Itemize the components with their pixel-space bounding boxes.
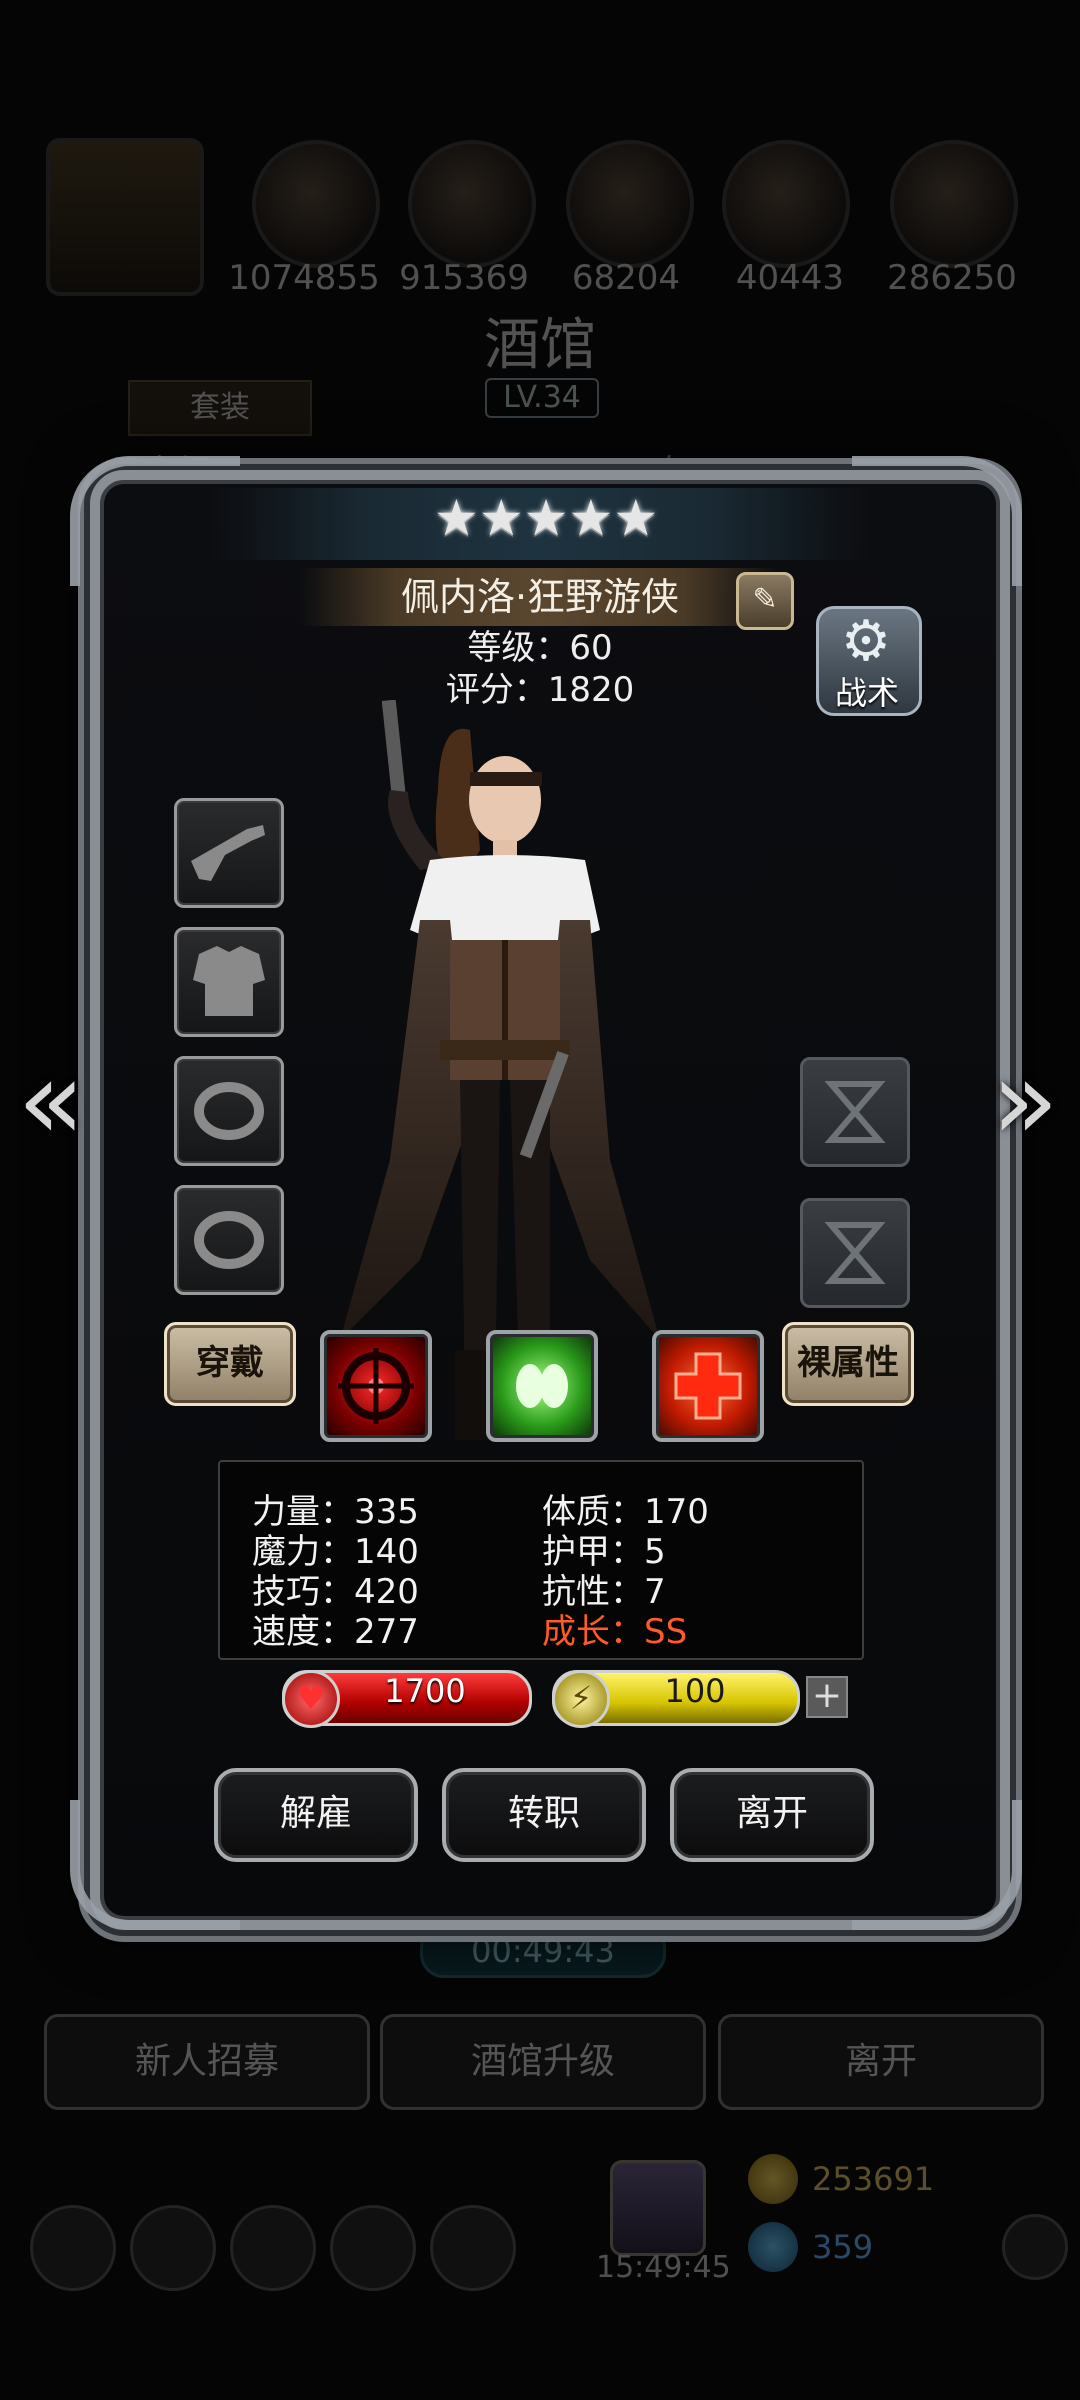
rune-slot-1[interactable] [800,1057,910,1167]
resource-icon-5 [890,140,1018,268]
star-icon: ★ [523,489,569,547]
wear-button[interactable]: 穿戴 [164,1322,296,1406]
gift-box-icon[interactable] [610,2160,706,2256]
bottom-nav-icon-4[interactable] [330,2205,416,2291]
ring-slot-icon [194,1082,264,1140]
stat-growth: 成长：SS [542,1612,688,1652]
energy-value: 100 [664,1672,726,1710]
pencil-icon: ✎ [752,582,778,617]
bottom-nav-icon-5[interactable] [430,2205,516,2291]
base-attributes-button[interactable]: 裸属性 [782,1322,914,1406]
resource-value-2: 915369 [399,258,529,298]
skill-slot-1[interactable] [320,1330,432,1442]
ring-slot-icon [194,1211,264,1269]
spirit-skill-icon [516,1364,568,1408]
rune-slot-2[interactable] [800,1198,910,1308]
dismiss-button[interactable]: 解雇 [214,1768,418,1862]
tactics-label: 战术 [834,674,899,712]
lightning-icon: ⚡ [552,1670,610,1728]
add-energy-button[interactable]: + [806,1676,848,1718]
gear-icon: ⚙ [840,609,892,674]
resource-value-4: 40443 [735,258,845,298]
star-icon: ★ [478,489,524,547]
skill-slot-2[interactable] [486,1330,598,1442]
bottom-right-icon[interactable] [1002,2214,1068,2280]
gold-amount: 253691 [812,2160,935,2198]
frame-ornament-bottom-right [852,1800,1022,1930]
resource-icon-1 [252,140,380,268]
heart-icon: ♥ [282,1670,340,1728]
ring-slot-1[interactable] [174,1056,284,1166]
hourglass-icon [824,1081,886,1143]
resource-icon-2 [408,140,536,268]
pistol-slot-icon [191,825,265,881]
resource-icon-4 [722,140,850,268]
gem-icon [748,2222,798,2272]
recruit-button[interactable]: 新人招募 [44,2014,370,2110]
tavern-upgrade-button[interactable]: 酒馆升级 [380,2014,706,2110]
target-skill-icon [338,1348,414,1424]
gold-coin-icon [748,2154,798,2204]
transfer-job-button[interactable]: 转职 [442,1768,646,1862]
frame-ornament-top-right [852,456,1022,586]
stat-speed: 速度：277 [252,1612,419,1652]
hourglass-icon [824,1222,886,1284]
tavern-title: 酒馆 [484,313,596,378]
gift-timer: 15:49:45 [596,2250,731,2285]
ring-slot-2[interactable] [174,1185,284,1295]
tavern-level: LV.34 [485,378,599,418]
star-rating: ★ ★ ★ ★ ★ [434,489,658,547]
hp-value: 1700 [384,1672,466,1710]
hero-portrait-slot [46,138,204,296]
next-hero-arrow[interactable]: » [990,1045,1060,1155]
armor-slot[interactable] [174,927,284,1037]
edit-name-button[interactable]: ✎ [736,572,794,630]
star-icon: ★ [568,489,614,547]
leave-button[interactable]: 离开 [670,1768,874,1862]
leave-tavern-button[interactable]: 离开 [718,2014,1044,2110]
hero-name: 佩内洛·狂野游侠 [400,575,680,619]
resource-value-1: 1074855 [228,258,380,298]
star-icon: ★ [613,489,659,547]
bottom-nav-icon-3[interactable] [230,2205,316,2291]
gem-amount: 359 [812,2228,874,2266]
tavern-refresh-timer: 00:49:43 [420,1924,666,1978]
resource-value-5: 286250 [887,258,1017,298]
heal-skill-icon [674,1352,742,1420]
skill-slot-3[interactable] [652,1330,764,1442]
armor-slot-icon [193,946,265,1016]
previous-hero-arrow[interactable]: « [16,1045,86,1155]
resource-icon-3 [566,140,694,268]
set-tab[interactable]: 套装 [128,380,312,436]
resource-value-3: 68204 [571,258,681,298]
frame-ornament-top-left [70,456,240,586]
weapon-slot[interactable] [174,798,284,908]
star-icon: ★ [434,489,479,547]
bottom-nav-icon-1[interactable] [30,2205,116,2291]
bottom-nav-icon-2[interactable] [130,2205,216,2291]
